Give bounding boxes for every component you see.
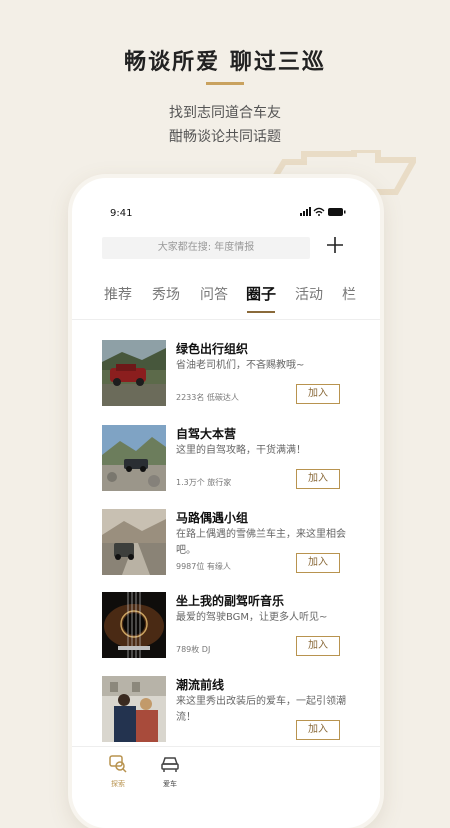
tab-recommend[interactable]: 推荐 (104, 284, 132, 304)
join-button[interactable]: 加入 (296, 553, 340, 573)
group-name: 马路偶遇小组 (176, 511, 249, 525)
active-tab-indicator (247, 311, 275, 313)
group-thumbnail (102, 425, 166, 491)
add-button[interactable] (324, 236, 346, 258)
join-button[interactable]: 加入 (296, 469, 340, 489)
hero-subtitle-line1: 找到志同道合车友 (169, 105, 281, 121)
group-card-green-travel[interactable]: 绿色出行组织 省油老司机们，不吝赐教哦~ 2233名 低碳达人 加入 (102, 340, 352, 410)
tab-column[interactable]: 栏 (342, 284, 356, 304)
group-meta: 789枚 DJ (176, 645, 211, 654)
group-thumbnail (102, 340, 166, 406)
nav-explore-label: 探索 (111, 780, 125, 788)
nav-explore[interactable]: 探索 (98, 755, 138, 789)
group-card-road-encounter[interactable]: 马路偶遇小组 在路上偶遇的雪佛兰车主，来这里相会吧。 9987位 有缘人 加入 (102, 509, 352, 579)
tab-divider (72, 319, 380, 320)
group-card-trend[interactable]: 潮流前线 来这里秀出改装后的爱车，一起引领潮流！ 加入 (102, 676, 352, 746)
group-name: 潮流前线 (176, 678, 225, 692)
tab-qa[interactable]: 问答 (200, 284, 228, 304)
hero-subtitle-line2: 酣畅谈论共同话题 (169, 129, 281, 145)
join-button[interactable]: 加入 (296, 384, 340, 404)
group-thumbnail (102, 592, 166, 658)
group-desc: 最爱的驾驶BGM，让更多人听见~ (176, 612, 328, 623)
car-icon (161, 757, 179, 772)
tab-bar: 推荐 秀场 问答 圈子 活动 栏 (72, 284, 380, 316)
group-desc: 省油老司机们，不吝赐教哦~ (176, 360, 305, 371)
group-thumbnail (102, 676, 166, 742)
group-card-music[interactable]: 坐上我的副驾听音乐 最爱的驾驶BGM，让更多人听见~ 789枚 DJ 加入 (102, 592, 352, 662)
group-desc: 这里的自驾攻略，干货满满！ (176, 445, 306, 456)
group-card-road-trip[interactable]: 自驾大本营 这里的自驾攻略，干货满满！ 1.3万个 旅行家 加入 (102, 425, 352, 495)
phone-mockup: 9:41 大家都在搜: 年度情报 推荐 秀场 问答 圈子 活动 栏 绿色出行组织… (72, 178, 380, 828)
explore-icon (109, 755, 127, 773)
group-name: 自驾大本营 (176, 427, 237, 441)
join-button[interactable]: 加入 (296, 636, 340, 656)
tab-events[interactable]: 活动 (295, 284, 323, 304)
tab-circles[interactable]: 圈子 (246, 283, 276, 304)
nav-fade-overlay (184, 747, 254, 797)
join-button[interactable]: 加入 (296, 720, 340, 740)
group-name: 绿色出行组织 (176, 342, 249, 356)
group-thumbnail (102, 509, 166, 575)
search-input[interactable]: 大家都在搜: 年度情报 (102, 237, 310, 259)
status-time: 9:41 (110, 208, 133, 219)
group-name: 坐上我的副驾听音乐 (176, 594, 285, 608)
group-meta: 2233名 低碳达人 (176, 393, 239, 402)
tab-showroom[interactable]: 秀场 (152, 284, 180, 304)
group-meta: 1.3万个 旅行家 (176, 478, 232, 487)
group-meta: 9987位 有缘人 (176, 562, 231, 571)
hero-title: 畅谈所爱 聊过三巡 (124, 50, 326, 75)
status-icons (300, 207, 346, 216)
bottom-nav: 探索 爱车 (72, 746, 380, 807)
hero-accent-bar (206, 82, 244, 85)
plus-icon (327, 237, 343, 253)
